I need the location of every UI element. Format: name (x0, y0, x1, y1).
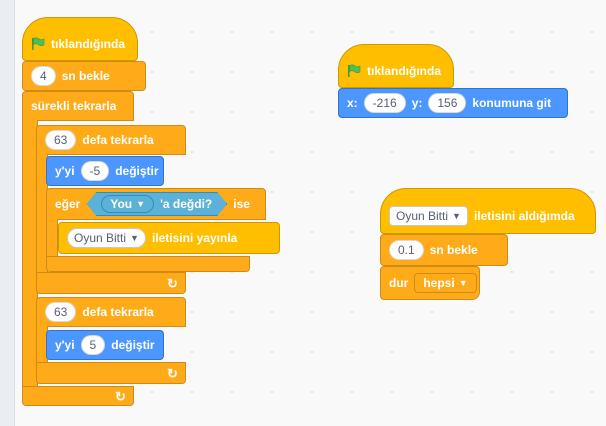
go-to-xy-block[interactable]: x: -216 y: 156 konumuna git (338, 88, 568, 118)
touching-label: 'a değdi? (160, 197, 213, 211)
repeat-bottom-1: ↻ (36, 272, 186, 294)
stop-option-dropdown[interactable]: hepsi ▼ (414, 273, 477, 293)
if-arm (46, 219, 58, 259)
wait-seconds-input-2[interactable]: 0.1 (389, 240, 424, 260)
change-y-block-2[interactable]: y'yi 5 değiştir (46, 330, 164, 360)
wait-label-2: sn bekle (429, 243, 478, 257)
when-flag-clicked-hat-2[interactable]: tıklandığında (338, 44, 454, 88)
repeat-count-input-1[interactable]: 63 (45, 130, 77, 150)
received-message-dropdown[interactable]: Oyun Bitti ▼ (389, 206, 468, 226)
change-y-input-1[interactable]: -5 (80, 161, 110, 181)
change-y-prefix-2: y'yi (55, 338, 75, 352)
if-label: eğer (55, 197, 81, 211)
if-then-label: ise (233, 197, 250, 211)
hat-label: tıklandığında (51, 37, 126, 51)
repeat-label-2: defa tekrarla (82, 305, 154, 319)
received-message-value: Oyun Bitti (396, 209, 449, 223)
repeat-count-input-2[interactable]: 63 (45, 302, 77, 322)
when-i-receive-hat[interactable]: Oyun Bitti ▼ iletisini aldığımda (380, 188, 596, 234)
dropdown-caret-icon: ▼ (130, 233, 139, 243)
forever-loop-arrow-icon: ↻ (115, 389, 126, 404)
dropdown-caret-icon: ▼ (136, 199, 146, 209)
repeat-label-1: defa tekrarla (82, 133, 154, 147)
if-bottom (46, 256, 250, 272)
repeat-block-2[interactable]: 63 defa tekrarla (36, 297, 186, 327)
touching-target-dropdown[interactable]: You ▼ (101, 195, 154, 213)
hat-label-2: tıklandığında (367, 64, 442, 78)
broadcast-label: iletisini yayınla (151, 231, 238, 245)
go-to-label: konumuna git (472, 96, 552, 110)
broadcast-message-dropdown[interactable]: Oyun Bitti ▼ (67, 228, 146, 248)
touching-target-value: You (110, 197, 133, 211)
wait-block-2[interactable]: 0.1 sn bekle (380, 234, 508, 266)
when-flag-clicked-hat[interactable]: tıklandığında (22, 17, 138, 61)
broadcast-message-value: Oyun Bitti (74, 231, 127, 245)
if-block[interactable]: eğer You ▼ 'a değdi? ise (46, 188, 266, 220)
dropdown-caret-icon: ▼ (452, 211, 461, 221)
y-input[interactable]: 156 (428, 93, 467, 113)
x-label: x: (347, 96, 358, 110)
forever-bottom: ↻ (22, 386, 134, 406)
y-label: y: (411, 96, 423, 110)
wait-block[interactable]: 4 sn bekle (22, 61, 146, 91)
repeat-loop-arrow-icon-2: ↻ (167, 366, 178, 381)
change-y-suffix-1: değiştir (115, 164, 159, 178)
forever-label: sürekli tekrarla (31, 99, 117, 113)
repeat-block-1[interactable]: 63 defa tekrarla (36, 125, 186, 155)
repeat-bottom-2: ↻ (36, 362, 186, 384)
green-flag-icon (348, 64, 361, 77)
change-y-input-2[interactable]: 5 (80, 335, 106, 355)
change-y-suffix-2: değiştir (111, 338, 155, 352)
stop-block[interactable]: dur hepsi ▼ (380, 266, 480, 300)
stop-option-value: hepsi (423, 276, 455, 290)
broadcast-block[interactable]: Oyun Bitti ▼ iletisini yayınla (58, 222, 280, 254)
touching-sensing-block[interactable]: You ▼ 'a değdi? (86, 192, 227, 216)
wait-seconds-input[interactable]: 4 (31, 66, 56, 86)
x-input[interactable]: -216 (363, 93, 406, 113)
dropdown-caret-icon: ▼ (458, 278, 468, 288)
green-flag-icon (32, 37, 45, 50)
workspace-left-edge (0, 0, 15, 426)
repeat-loop-arrow-icon-1: ↻ (167, 276, 178, 291)
change-y-prefix-1: y'yi (55, 164, 75, 178)
forever-block[interactable]: sürekli tekrarla (22, 91, 134, 121)
change-y-block-1[interactable]: y'yi -5 değiştir (46, 156, 164, 186)
when-i-receive-label: iletisini aldığımda (473, 209, 575, 223)
stop-label: dur (389, 276, 409, 290)
wait-label: sn bekle (61, 69, 110, 83)
